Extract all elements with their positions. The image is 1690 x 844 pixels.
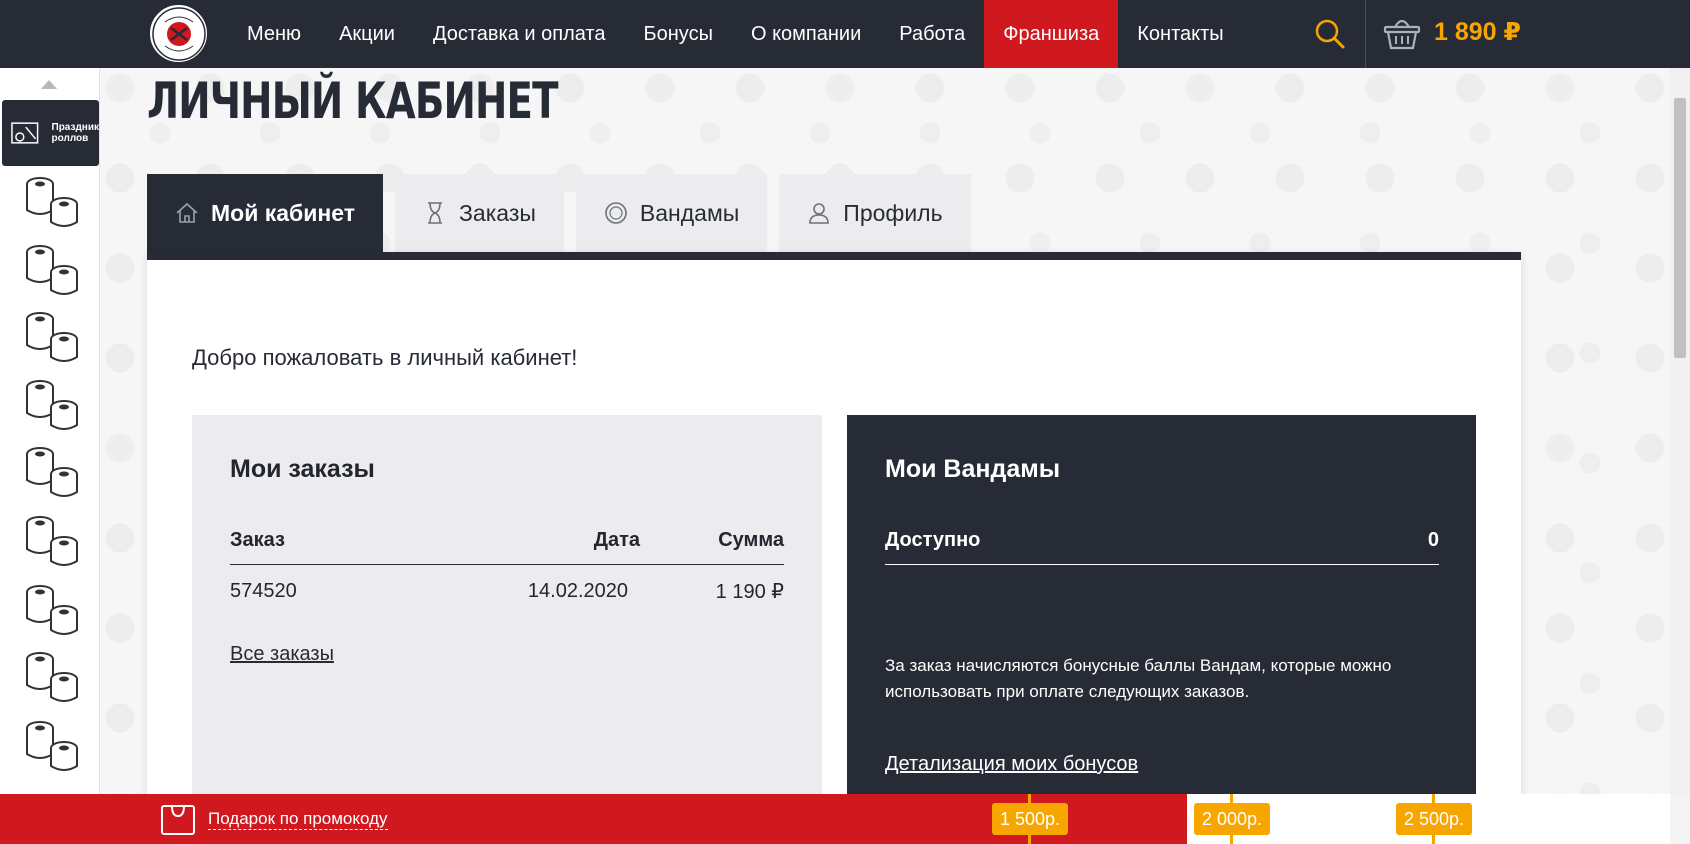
sidebar-promo-item[interactable]: Праздник роллов [2, 100, 99, 166]
order-sum: 1 190 ₽ [715, 580, 784, 603]
sidebar-category-4[interactable] [10, 440, 94, 502]
bowl-icon [26, 585, 78, 635]
sidebar-category-7[interactable] [10, 645, 94, 707]
column-order: Заказ [230, 529, 285, 551]
column-sum: Сумма [718, 529, 784, 551]
tier-badge-2000: 2 000р. [1194, 803, 1271, 835]
rolls-stack-icon [26, 245, 78, 295]
my-orders-card: Мои заказы Заказ Дата Сумма 574520 14.02… [192, 415, 822, 835]
cart-total: 1 890 ₽ [1434, 18, 1521, 46]
sidebar-category-8[interactable] [10, 714, 94, 776]
account-tabs: Мой кабинет Заказы Вандамы Профиль [147, 174, 983, 252]
tab-label: Мой кабинет [211, 199, 356, 226]
sidebar-category-1[interactable] [10, 238, 94, 300]
main-nav: Меню Акции Доставка и оплата Бонусы О компан… [228, 0, 1243, 68]
sidebar-category-2[interactable] [10, 305, 94, 367]
fire-roll-icon [26, 447, 78, 497]
tab-label: Заказы [459, 199, 536, 226]
gift-bag-icon [161, 805, 195, 835]
home-icon [176, 202, 198, 223]
rolls-and-nigiri-icon [26, 177, 78, 227]
coin-icon [605, 202, 627, 224]
order-number: 574520 [230, 579, 297, 602]
category-sidebar: Праздник роллов [0, 68, 100, 794]
available-row: Доступно 0 [885, 529, 1439, 565]
wandams-title: Мои Вандамы [885, 455, 1061, 483]
search-icon [1315, 19, 1345, 49]
available-label: Доступно [885, 529, 981, 551]
sidebar-scroll-up-button[interactable] [41, 80, 57, 89]
sidebar-promo-label: Праздник роллов [48, 122, 100, 144]
rolls-holiday-icon [11, 122, 39, 144]
logo[interactable] [148, 3, 209, 64]
wandams-description: За заказ начисляются бонусные баллы Ванд… [885, 656, 1392, 701]
nav-item-4[interactable]: О компании [732, 0, 880, 68]
basket-icon [1383, 19, 1421, 50]
promo-label-line2: роллов [51, 133, 89, 144]
order-date: 14.02.2020 [527, 579, 628, 602]
header-divider [1365, 0, 1366, 68]
logo-icon [151, 6, 206, 61]
orders-table-header: Заказ Дата Сумма [230, 529, 784, 565]
bonus-details-link[interactable]: Детализация моих бонусов [885, 753, 1138, 776]
orders-title: Мои заказы [230, 455, 375, 483]
sidebar-category-5[interactable] [10, 509, 94, 571]
tab-profile[interactable]: Профиль [779, 174, 971, 252]
promo-gift-button[interactable]: Подарок по промокоду [160, 802, 388, 836]
baked-rolls-icon [26, 380, 78, 430]
available-value: 0 [1427, 529, 1439, 551]
sliced-roll-icon [26, 721, 78, 771]
nav-item-1[interactable]: Акции [320, 0, 414, 68]
hot-rolls-icon [26, 312, 78, 362]
user-icon [809, 203, 830, 224]
tab-wandams[interactable]: Вандамы [575, 174, 768, 252]
search-button[interactable] [1314, 18, 1346, 50]
mini-rolls-icon [26, 652, 78, 702]
tab-my-cabinet[interactable]: Мой кабинет [147, 174, 384, 252]
nav-item-5[interactable]: Работа [880, 0, 984, 68]
all-orders-link[interactable]: Все заказы [230, 643, 334, 666]
hourglass-icon [428, 202, 443, 224]
nav-item-6[interactable]: Франшиза [984, 0, 1119, 68]
tier-badge-2500: 2 500р. [1396, 803, 1473, 835]
tab-label: Профиль [843, 199, 943, 226]
orders-table: Заказ Дата Сумма 574520 14.02.2020 1 190… [230, 529, 784, 617]
cart-button[interactable]: 1 890 ₽ [1382, 12, 1521, 52]
tab-label: Вандамы [639, 199, 740, 226]
sidebar-category-0[interactable] [10, 170, 94, 232]
my-wandams-card: Мои Вандамы Доступно 0 За заказ начисляю… [847, 415, 1476, 835]
sidebar-category-6[interactable] [10, 578, 94, 640]
page-title: Личный кабинет [147, 72, 558, 130]
top-header: Меню Акции Доставка и оплата Бонусы О компан… [0, 0, 1690, 68]
page-scrollbar[interactable] [1670, 68, 1690, 794]
account-panel: Добро пожаловать в личный кабинет! Мои з… [147, 252, 1521, 835]
scrollbar-thumb[interactable] [1674, 98, 1686, 358]
nav-item-2[interactable]: Доставка и оплата [414, 0, 625, 68]
column-date: Дата [593, 529, 640, 551]
tier-badge-1500: 1 500р. [992, 803, 1069, 835]
welcome-text: Добро пожаловать в личный кабинет! [192, 345, 578, 370]
nav-item-7[interactable]: Контакты [1118, 0, 1242, 68]
nav-item-0[interactable]: Меню [228, 0, 320, 68]
gift-label: Подарок по промокоду [208, 808, 388, 830]
nav-item-3[interactable]: Бонусы [625, 0, 732, 68]
tab-orders[interactable]: Заказы [395, 174, 564, 252]
sidebar-category-3[interactable] [10, 373, 94, 435]
rolls-lemon-icon [26, 516, 78, 566]
promo-progress-bar: Подарок по промокоду 1 500р. 2 000р. 2 5… [0, 794, 1670, 844]
promo-label-line1: Праздник [51, 122, 100, 133]
table-row[interactable]: 574520 14.02.2020 1 190 ₽ [230, 565, 784, 617]
